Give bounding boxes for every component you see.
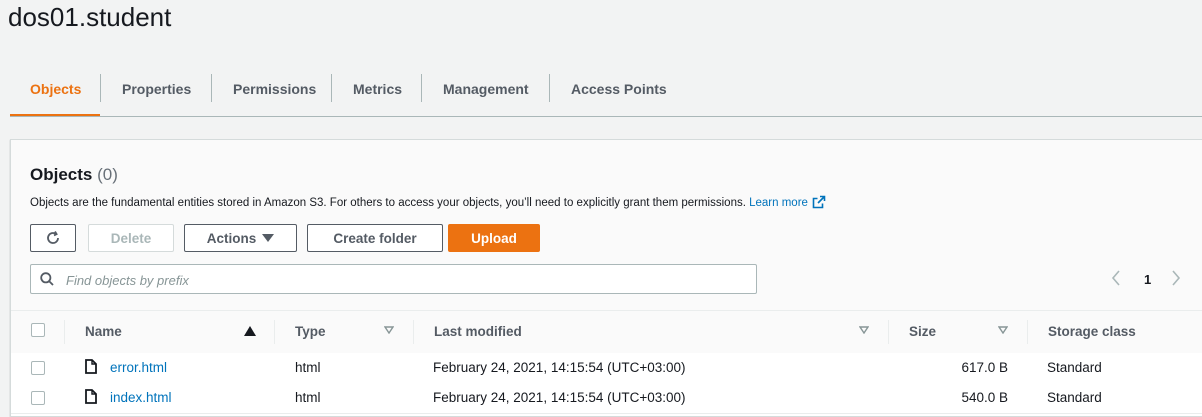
upload-label: Upload bbox=[471, 230, 517, 246]
sort-caret-icon[interactable] bbox=[384, 326, 394, 334]
tab-bar: Objects Properties Permissions Metrics M… bbox=[0, 58, 1202, 118]
column-divider bbox=[413, 320, 414, 344]
tab-divider bbox=[211, 74, 212, 102]
sort-caret-icon[interactable] bbox=[859, 326, 869, 334]
column-header-type[interactable]: Type bbox=[295, 324, 326, 339]
column-divider bbox=[64, 320, 65, 344]
file-icon bbox=[85, 359, 97, 374]
column-header-last-modified[interactable]: Last modified bbox=[434, 324, 522, 339]
upload-button[interactable]: Upload bbox=[448, 224, 540, 252]
delete-button[interactable]: Delete bbox=[88, 224, 174, 252]
page-title: dos01.student bbox=[8, 2, 172, 32]
row-checkbox[interactable] bbox=[31, 391, 45, 405]
select-all-checkbox[interactable] bbox=[31, 323, 45, 337]
actions-button[interactable]: Actions bbox=[184, 224, 297, 252]
refresh-button[interactable] bbox=[30, 224, 76, 252]
tab-properties[interactable]: Properties bbox=[122, 81, 191, 97]
search-input[interactable] bbox=[64, 270, 748, 290]
previous-page-icon[interactable] bbox=[1111, 270, 1121, 286]
object-storage-class: Standard bbox=[1047, 390, 1102, 405]
row-checkbox[interactable] bbox=[31, 361, 45, 375]
tab-bar-divider bbox=[10, 116, 1202, 117]
tab-objects[interactable]: Objects bbox=[30, 81, 81, 97]
objects-count: (0) bbox=[97, 165, 118, 184]
tab-management[interactable]: Management bbox=[443, 81, 529, 97]
object-last-modified: February 24, 2021, 14:15:54 (UTC+03:00) bbox=[433, 390, 686, 405]
objects-panel: Objects (0) Objects are the fundamental … bbox=[10, 139, 1202, 417]
tab-divider bbox=[100, 74, 101, 102]
tab-divider bbox=[549, 74, 550, 102]
object-type: html bbox=[295, 390, 321, 405]
column-divider bbox=[1027, 320, 1028, 344]
learn-more-link[interactable]: Learn more bbox=[749, 195, 826, 209]
table-header: Name Type Last modified Size Storage cla… bbox=[11, 310, 1202, 354]
sort-caret-icon[interactable] bbox=[998, 326, 1008, 334]
objects-heading: Objects (0) bbox=[30, 165, 118, 185]
object-last-modified: February 24, 2021, 14:15:54 (UTC+03:00) bbox=[433, 360, 686, 375]
tab-metrics[interactable]: Metrics bbox=[353, 81, 402, 97]
tab-access-points[interactable]: Access Points bbox=[571, 81, 667, 97]
caret-down-icon bbox=[262, 234, 275, 242]
object-name-link[interactable]: index.html bbox=[110, 390, 172, 405]
tab-divider bbox=[331, 74, 332, 102]
delete-button-label: Delete bbox=[110, 230, 152, 246]
create-folder-label: Create folder bbox=[333, 230, 417, 246]
search-box[interactable] bbox=[30, 264, 757, 294]
tab-divider bbox=[421, 74, 422, 102]
objects-description: Objects are the fundamental entities sto… bbox=[30, 195, 826, 209]
column-header-name[interactable]: Name bbox=[85, 324, 122, 339]
file-icon bbox=[85, 389, 97, 404]
create-folder-button[interactable]: Create folder bbox=[307, 224, 443, 252]
sort-ascending-icon[interactable] bbox=[244, 326, 256, 336]
search-icon bbox=[40, 272, 54, 286]
column-divider bbox=[888, 320, 889, 344]
object-size: 540.0 B bbox=[961, 390, 1008, 405]
object-storage-class: Standard bbox=[1047, 360, 1102, 375]
table-row: index.html html February 24, 2021, 14:15… bbox=[11, 383, 1202, 414]
refresh-icon bbox=[47, 231, 59, 244]
next-page-icon[interactable] bbox=[1171, 270, 1181, 286]
column-header-storage-class[interactable]: Storage class bbox=[1048, 324, 1136, 339]
object-type: html bbox=[295, 360, 321, 375]
external-link-icon bbox=[812, 195, 826, 209]
objects-heading-label: Objects bbox=[30, 165, 93, 184]
actions-button-label: Actions bbox=[206, 230, 257, 246]
current-page-number[interactable]: 1 bbox=[1144, 272, 1151, 287]
table-row: error.html html February 24, 2021, 14:15… bbox=[11, 353, 1202, 384]
learn-more-label: Learn more bbox=[749, 197, 808, 209]
objects-description-text: Objects are the fundamental entities sto… bbox=[30, 197, 746, 209]
tab-permissions[interactable]: Permissions bbox=[233, 81, 316, 97]
object-name-link[interactable]: error.html bbox=[110, 360, 167, 375]
column-divider bbox=[274, 320, 275, 344]
column-header-size[interactable]: Size bbox=[909, 324, 936, 339]
object-size: 617.0 B bbox=[961, 360, 1008, 375]
